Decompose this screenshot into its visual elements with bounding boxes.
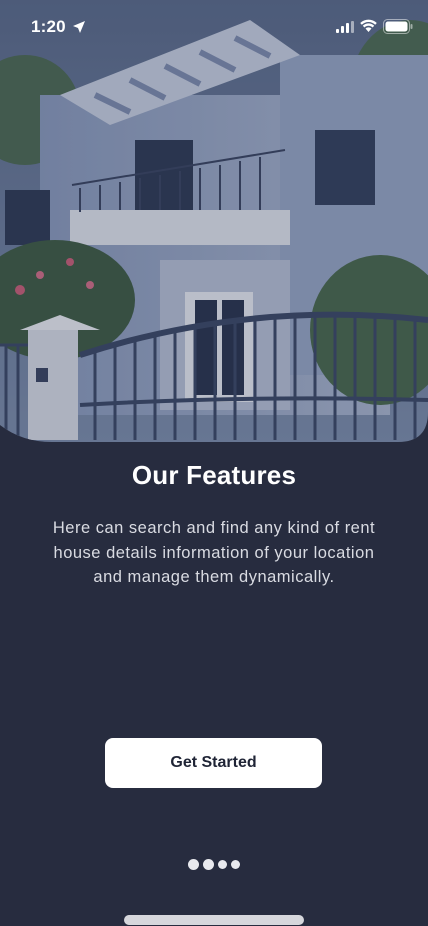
location-arrow-icon [73,21,85,33]
onboarding-title: Our Features [131,460,297,490]
wifi-icon [360,19,377,32]
page-indicator [0,857,428,871]
onboarding-screen: 1:20 Our Features Here can search and fi… [0,0,428,926]
page-dot-3[interactable] [218,859,227,869]
battery-icon [383,19,413,34]
cellular-signal-icon [336,21,354,33]
page-dot-1[interactable] [188,858,199,870]
onboarding-description: Here can search and find any kind of ren… [52,519,376,586]
page-dot-4[interactable] [231,859,240,869]
status-bar: 1:20 [0,0,428,54]
home-indicator[interactable] [124,915,304,925]
page-dot-2[interactable] [203,858,214,870]
hero-house-image [0,0,428,442]
status-time: 1:20 [31,17,66,36]
get-started-button[interactable]: Get Started [105,738,322,788]
